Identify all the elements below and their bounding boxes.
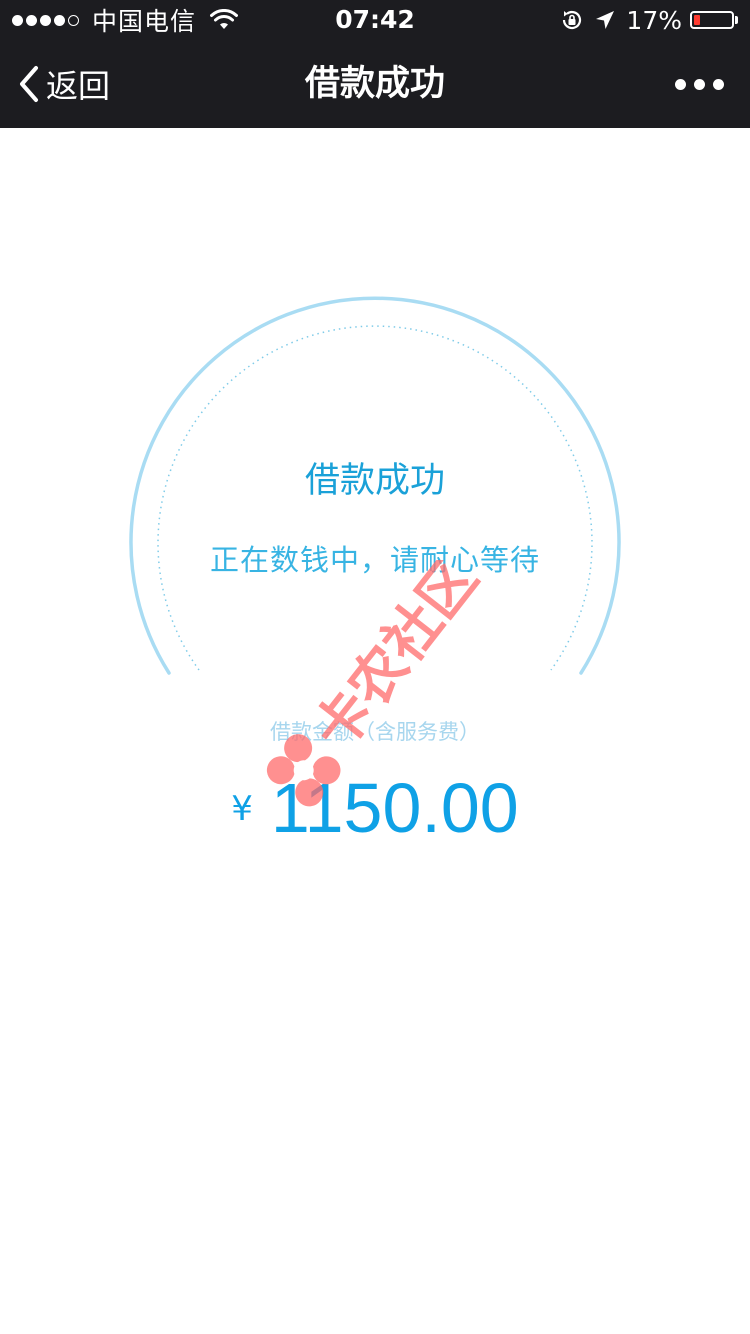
result-subtitle: 正在数钱中，请耐心等待	[209, 543, 540, 577]
currency-symbol: ¥	[231, 789, 253, 829]
result-title: 借款成功	[304, 461, 445, 501]
amount-label: 借款金额（含服务费）	[270, 720, 480, 744]
screen: 中国电信 07:42 17% 返回 借款成功 借款成功 正在数钱中，请耐心等待 …	[0, 0, 750, 1334]
progress-arc-graphic	[129, 296, 621, 675]
amount-row: ¥1150.00	[0, 768, 750, 848]
loan-amount: 1150.00	[270, 769, 519, 847]
